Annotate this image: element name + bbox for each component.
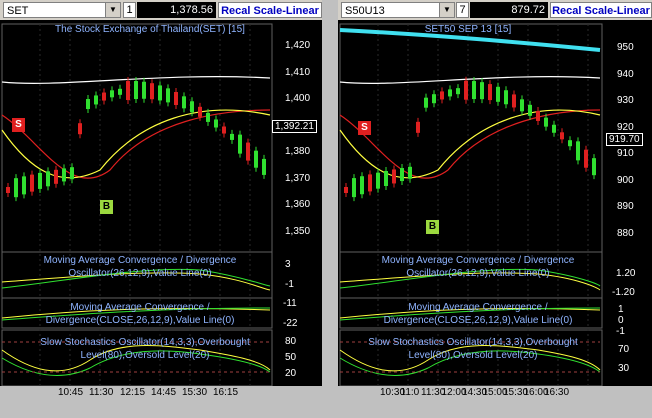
osc1-label-line1: Moving Average Convergence / Divergence <box>381 255 575 266</box>
buy-marker: B <box>426 220 439 234</box>
y-tick-label: 880 <box>617 227 634 239</box>
y-tick-label: 920 <box>617 121 634 133</box>
chart-panel-left: SET ▼ 1 1,378.56 Recal Scale-Linear The … <box>0 0 322 418</box>
osc3-tick: 70 <box>618 344 630 355</box>
period-field-right[interactable]: 7 <box>456 2 469 18</box>
osc1-label-right: Moving Average Convergence / Divergence … <box>358 254 598 280</box>
price-tag-right: 919.70 <box>606 133 643 146</box>
price-chart-right[interactable] <box>338 20 652 386</box>
y-tick-label: 1,380 <box>285 146 311 157</box>
osc1-tick: 1.20 <box>616 268 636 279</box>
candle <box>352 174 356 202</box>
time-tick-label: 16:15 <box>213 387 239 398</box>
osc2-label-line2: Divergence(CLOSE,26,12,9),Value Line(0) <box>45 315 235 326</box>
time-tick-label: 11:0 <box>400 387 420 398</box>
sell-marker: S <box>358 121 371 135</box>
osc3-label-line2: Level(80),Oversold Level(20) <box>80 350 210 361</box>
last-price-right: 879.72 <box>470 2 548 18</box>
time-tick-label: 12:15 <box>120 387 146 398</box>
osc3-tick: 20 <box>285 368 297 379</box>
chart-title-left: The Stock Exchange of Thailand(SET) [15] <box>55 24 245 35</box>
osc1-label-left: Moving Average Convergence / Divergence … <box>20 254 260 280</box>
osc3-tick: 80 <box>285 336 297 347</box>
osc2-label-right: Moving Average Convergence / Divergence(… <box>358 301 598 327</box>
y-tick-label: 900 <box>617 174 634 186</box>
osc2-label-left: Moving Average Convergence / Divergence(… <box>20 301 260 327</box>
symbol-select-left[interactable]: SET ▼ <box>3 2 121 18</box>
y-tick-label: 890 <box>617 201 634 212</box>
osc1-label-line2: Oscillator(26,12,9),Value Line(0) <box>406 268 550 279</box>
period-field-left[interactable]: 1 <box>123 2 136 18</box>
time-tick-label: 15:30 <box>182 387 208 398</box>
candle <box>126 77 130 105</box>
chart-title-right: SET50 SEP 13 [15] <box>424 24 512 35</box>
osc1-tick: -1 <box>285 279 294 290</box>
osc1-tick: -1.20 <box>612 287 635 298</box>
osc1-tick: 3 <box>285 259 291 270</box>
chevron-down-icon[interactable]: ▼ <box>105 3 120 17</box>
osc2-label-line1: Moving Average Convergence / <box>70 302 210 313</box>
symbol-select-right[interactable]: S50U13 ▼ <box>341 2 455 18</box>
buy-marker: B <box>100 200 113 214</box>
osc2-label-line2: Divergence(CLOSE,26,12,9),Value Line(0) <box>383 315 573 326</box>
y-tick-label: 930 <box>617 95 634 106</box>
osc2-tick: -11 <box>283 298 297 309</box>
osc1-label-line2: Oscillator(26,12,9),Value Line(0) <box>68 268 212 279</box>
y-tick-label: 1,360 <box>285 199 311 210</box>
symbol-value: SET <box>7 5 29 17</box>
osc3-tick: 30 <box>618 363 630 374</box>
osc2-tick: -1 <box>616 326 625 337</box>
osc3-tick: 50 <box>285 352 297 363</box>
osc3-label-right: Slow Stochastics Oscillator(14,3,3),Over… <box>348 336 598 362</box>
osc1-label-line1: Moving Average Convergence / Divergence <box>43 255 237 266</box>
y-tick-label: 910 <box>617 148 634 159</box>
chevron-down-icon[interactable]: ▼ <box>439 3 454 17</box>
price-chart-left[interactable] <box>0 20 322 386</box>
candle <box>464 76 468 104</box>
time-tick-label: 16:30 <box>544 387 570 398</box>
time-tick-label: 14:45 <box>151 387 177 398</box>
candle <box>14 174 18 202</box>
recal-scale-button-left[interactable]: Recal Scale-Linear <box>218 2 322 18</box>
osc2-label-line1: Moving Average Convergence / <box>408 302 548 313</box>
symbol-value: S50U13 <box>345 5 385 17</box>
toolbar-right: S50U13 ▼ 7 879.72 Recal Scale-Linear <box>338 0 652 20</box>
osc3-label-left: Slow Stochastics Oscillator(14,3,3),Over… <box>20 336 270 362</box>
last-price-left: 1,378.56 <box>137 2 216 18</box>
toolbar-left: SET ▼ 1 1,378.56 Recal Scale-Linear <box>0 0 322 20</box>
candle <box>238 130 242 158</box>
y-tick-label: 940 <box>617 68 634 80</box>
chart-panel-right: S50U13 ▼ 7 879.72 Recal Scale-Linear SET… <box>338 0 652 418</box>
price-tag-left: 1,392.21 <box>272 120 317 133</box>
osc3-label-line1: Slow Stochastics Oscillator(14,3,3),Over… <box>368 337 578 348</box>
y-tick-label: 1,370 <box>285 172 311 184</box>
y-tick-label: 1,420 <box>285 40 311 51</box>
sell-marker: S <box>12 118 25 132</box>
y-tick-label: 1,400 <box>285 93 311 104</box>
osc2-tick: 1 <box>618 304 624 315</box>
panel-divider[interactable] <box>322 0 338 418</box>
time-tick-label: 10:45 <box>58 387 84 398</box>
y-tick-label: 1,410 <box>285 66 311 78</box>
y-tick-label: 950 <box>617 42 634 53</box>
osc3-label-line2: Level(80),Oversold Level(20) <box>408 350 538 361</box>
y-tick-label: 1,350 <box>285 225 311 237</box>
candle <box>576 137 580 165</box>
osc2-tick: 0 <box>618 315 624 326</box>
time-tick-label: 11:30 <box>89 387 114 398</box>
osc3-label-line1: Slow Stochastics Oscillator(14,3,3),Over… <box>40 337 250 348</box>
osc2-tick: -22 <box>283 318 298 329</box>
recal-scale-button-right[interactable]: Recal Scale-Linear <box>550 2 652 18</box>
